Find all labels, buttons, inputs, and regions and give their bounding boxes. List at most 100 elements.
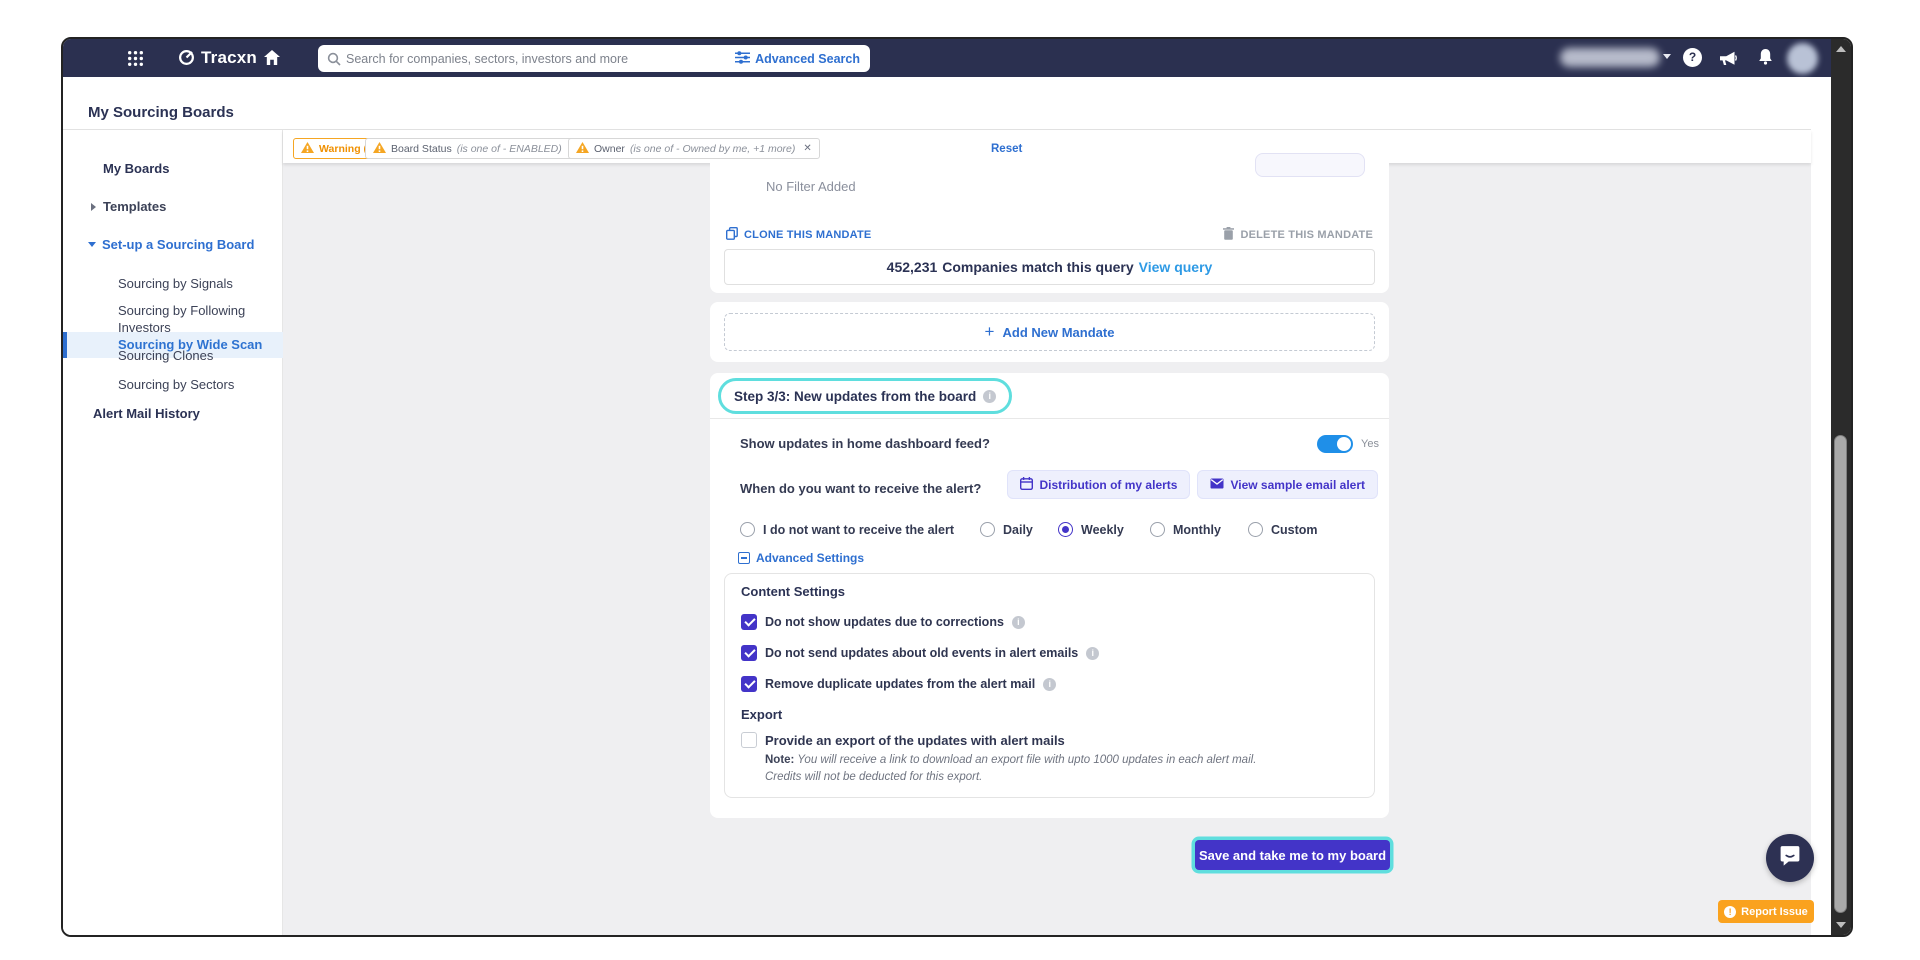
radio-no-alert[interactable]: I do not want to receive the alert xyxy=(740,522,954,537)
step-title: Step 3/3: New updates from the board xyxy=(734,389,976,404)
filter-chip-owner[interactable]: Owner (is one of - Owned by me, +1 more)… xyxy=(568,138,820,159)
radio-monthly[interactable]: Monthly xyxy=(1150,522,1221,537)
radio-custom[interactable]: Custom xyxy=(1248,522,1318,537)
dashboard-feed-question: Show updates in home dashboard feed? xyxy=(740,436,990,451)
advanced-search-button[interactable]: Advanced Search xyxy=(735,51,860,67)
dashboard-feed-toggle[interactable] xyxy=(1317,435,1353,453)
checkbox-checked-icon xyxy=(741,676,757,692)
chat-widget-button[interactable] xyxy=(1766,834,1814,882)
top-navbar: Tracxn Search for companies, sectors, in… xyxy=(63,39,1831,77)
trash-icon xyxy=(1223,227,1234,243)
checkbox-remove-duplicates[interactable]: Remove duplicate updates from the alert … xyxy=(741,676,1056,692)
sidebar-item-sourcing-following-investors[interactable]: Sourcing by Following Investors xyxy=(118,302,268,336)
scroll-up-icon[interactable] xyxy=(1836,46,1846,52)
export-note-2: Credits will not be deducted for this ex… xyxy=(765,771,982,783)
info-icon[interactable]: i xyxy=(983,390,996,403)
sidebar-item-sourcing-clones[interactable]: Sourcing Clones xyxy=(118,348,213,363)
toggle-state-label: Yes xyxy=(1361,438,1379,450)
warning-icon xyxy=(576,142,589,156)
mandate-card: No Filter Added CLONE THIS MANDATE DELET… xyxy=(710,163,1389,293)
filter-bar: Warning (2) Board Status (is one of - EN… xyxy=(283,130,1811,163)
radio-weekly[interactable]: Weekly xyxy=(1058,522,1124,537)
chat-bubble-icon xyxy=(1778,844,1802,873)
warning-icon xyxy=(373,142,386,156)
checkbox-no-corrections[interactable]: Do not show updates due to corrections i xyxy=(741,614,1025,630)
checkbox-no-old-events[interactable]: Do not send updates about old events in … xyxy=(741,645,1099,661)
notifications-bell-icon[interactable] xyxy=(1758,49,1773,70)
brand-name[interactable]: Tracxn xyxy=(201,48,257,68)
report-issue-button[interactable]: ! Report Issue xyxy=(1718,900,1814,923)
advanced-search-label: Advanced Search xyxy=(755,52,860,66)
reset-filters-link[interactable]: Reset xyxy=(991,143,1022,155)
content-settings-heading: Content Settings xyxy=(741,584,845,599)
no-filter-text: No Filter Added xyxy=(766,179,856,194)
sidebar-item-setup-sourcing-board[interactable]: Set-up a Sourcing Board xyxy=(88,237,254,252)
home-icon[interactable] xyxy=(264,50,280,70)
checkbox-export-updates[interactable]: Provide an export of the updates with al… xyxy=(741,732,1065,748)
sidebar-item-sourcing-sectors[interactable]: Sourcing by Sectors xyxy=(118,377,234,392)
delete-mandate-button[interactable]: DELETE THIS MANDATE xyxy=(1223,227,1373,243)
radio-icon xyxy=(1248,522,1263,537)
advanced-settings-box: Content Settings Do not show updates due… xyxy=(724,573,1375,798)
scrollbar-thumb[interactable] xyxy=(1834,435,1847,913)
close-icon[interactable]: ✕ xyxy=(803,143,811,154)
view-sample-email-button[interactable]: View sample email alert xyxy=(1197,470,1378,499)
filter-sliders-icon xyxy=(735,51,750,67)
sidebar-item-my-boards[interactable]: My Boards xyxy=(103,161,169,176)
calendar-icon xyxy=(1020,477,1033,493)
checkbox-checked-icon xyxy=(741,645,757,661)
checkbox-unchecked-icon xyxy=(741,732,757,748)
info-icon[interactable]: i xyxy=(1043,678,1056,691)
match-count: 452,231 xyxy=(887,259,938,275)
global-search-bar[interactable]: Search for companies, sectors, investors… xyxy=(318,45,870,72)
step-header: Step 3/3: New updates from the board i xyxy=(710,373,1389,419)
page-title: My Sourcing Boards xyxy=(88,104,234,121)
view-query-link[interactable]: View query xyxy=(1139,259,1213,275)
search-placeholder: Search for companies, sectors, investors… xyxy=(346,52,628,66)
envelope-icon xyxy=(1210,478,1224,492)
user-name-redacted[interactable] xyxy=(1560,48,1660,67)
clipped-element xyxy=(1255,153,1365,177)
info-icon[interactable]: i xyxy=(1086,647,1099,660)
filter-chip-board-status[interactable]: Board Status (is one of - ENABLED) ✕ xyxy=(365,138,586,159)
add-new-mandate-button[interactable]: + Add New Mandate xyxy=(724,313,1375,351)
app-window: Tracxn Search for companies, sectors, in… xyxy=(61,37,1853,937)
chevron-down-icon[interactable] xyxy=(1663,54,1671,59)
export-heading: Export xyxy=(741,707,782,722)
radio-daily[interactable]: Daily xyxy=(980,522,1033,537)
sidebar-nav: My Boards Templates Set-up a Sourcing Bo… xyxy=(63,130,283,935)
match-text: Companies match this query xyxy=(942,259,1133,275)
export-note-1: Note: You will receive a link to downloa… xyxy=(765,754,1256,766)
toggle-knob xyxy=(1337,437,1351,451)
help-icon[interactable]: ? xyxy=(1683,48,1702,67)
alert-buttons-row: Distribution of my alerts View sample em… xyxy=(1007,470,1378,499)
tracxn-logo-icon[interactable] xyxy=(178,49,195,71)
copy-icon xyxy=(726,227,738,243)
expand-caret-icon xyxy=(91,203,96,211)
announcements-icon[interactable] xyxy=(1720,51,1737,71)
sidebar-item-sourcing-signals[interactable]: Sourcing by Signals xyxy=(118,276,233,291)
radio-icon xyxy=(980,522,995,537)
warning-icon xyxy=(301,142,314,156)
radio-icon xyxy=(1150,522,1165,537)
sidebar-item-alert-mail-history[interactable]: Alert Mail History xyxy=(93,406,200,421)
clone-mandate-button[interactable]: CLONE THIS MANDATE xyxy=(726,227,871,243)
search-icon xyxy=(327,52,341,71)
radio-icon xyxy=(740,522,755,537)
user-avatar[interactable] xyxy=(1787,43,1818,74)
alert-timing-question: When do you want to receive the alert? xyxy=(740,481,981,496)
sidebar-item-templates[interactable]: Templates xyxy=(91,199,166,214)
scroll-down-icon[interactable] xyxy=(1836,922,1846,928)
collapse-caret-icon xyxy=(88,242,96,247)
advanced-settings-toggle[interactable]: Advanced Settings xyxy=(738,551,864,565)
distribution-alerts-button[interactable]: Distribution of my alerts xyxy=(1007,470,1190,499)
window-scrollbar[interactable] xyxy=(1831,39,1851,935)
square-minus-icon xyxy=(738,552,750,564)
info-icon[interactable]: i xyxy=(1012,616,1025,629)
save-button[interactable]: Save and take me to my board xyxy=(1195,840,1390,870)
exclamation-icon: ! xyxy=(1724,906,1736,918)
radio-selected-icon xyxy=(1058,522,1073,537)
apps-grid-icon[interactable] xyxy=(127,50,144,72)
query-match-box: 452,231 Companies match this query View … xyxy=(724,249,1375,285)
step-settings-card: Step 3/3: New updates from the board i S… xyxy=(710,373,1389,818)
